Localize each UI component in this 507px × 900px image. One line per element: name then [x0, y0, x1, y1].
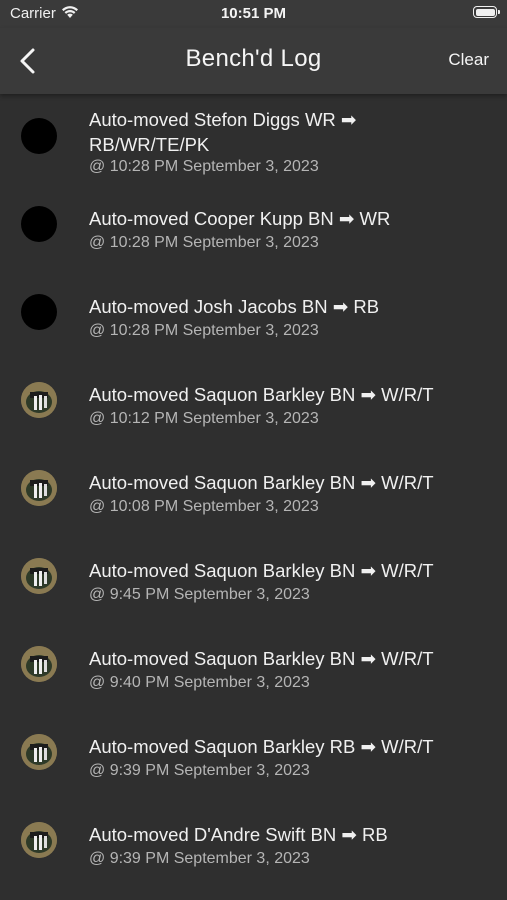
log-timestamp: @ 10:28 PM September 3, 2023	[89, 158, 319, 175]
avatar	[21, 822, 57, 858]
avatar	[21, 382, 57, 418]
avatar	[21, 470, 57, 506]
log-message: Auto-moved Cooper Kupp BN ➡ WR	[89, 208, 391, 229]
log-message: Auto-moved Stefon Diggs WR ➡ RB/WR/TE/PK	[89, 109, 357, 155]
player-photo-icon	[21, 470, 57, 506]
log-list[interactable]: Auto-moved Stefon Diggs WR ➡ RB/WR/TE/PK…	[0, 94, 507, 900]
log-message: Auto-moved Saquon Barkley RB ➡ W/R/T	[89, 736, 434, 757]
log-entry[interactable]: Auto-moved Saquon Barkley BN ➡ W/R/T @ 9…	[0, 546, 507, 634]
player-photo-icon	[21, 382, 57, 418]
battery-icon	[473, 6, 500, 18]
player-photo-icon	[21, 734, 57, 770]
log-entry[interactable]: Auto-moved Saquon Barkley RB ➡ W/R/T @ 9…	[0, 722, 507, 810]
log-message: Auto-moved Saquon Barkley BN ➡ W/R/T	[89, 648, 434, 669]
log-message: Auto-moved Josh Jacobs BN ➡ RB	[89, 296, 380, 317]
log-timestamp: @ 10:12 PM September 3, 2023	[89, 410, 319, 427]
log-entry[interactable]: Auto-moved Cooper Kupp BN ➡ WR @ 10:28 P…	[0, 194, 507, 282]
log-message: Auto-moved Saquon Barkley BN ➡ W/R/T	[89, 560, 434, 581]
status-bar: Carrier 10:51 PM	[0, 0, 507, 28]
log-message: Auto-moved D'Andre Swift BN ➡ RB	[89, 824, 388, 845]
log-entry[interactable]: Auto-moved Josh Jacobs BN ➡ RB @ 10:28 P…	[0, 282, 507, 370]
log-timestamp: @ 10:28 PM September 3, 2023	[89, 322, 319, 339]
log-entry[interactable]: Auto-moved Saquon Barkley BN ➡ W/R/T @ 1…	[0, 370, 507, 458]
log-timestamp: @ 10:28 PM September 3, 2023	[89, 234, 319, 251]
log-entry[interactable]: Auto-moved Saquon Barkley BN ➡ W/R/T @ 1…	[0, 458, 507, 546]
log-entry[interactable]: Auto-moved D'Andre Swift BN ➡ RB @ 9:39 …	[0, 810, 507, 898]
avatar	[21, 734, 57, 770]
player-photo-icon	[21, 558, 57, 594]
clear-button[interactable]: Clear	[448, 50, 489, 70]
status-time: 10:51 PM	[220, 5, 287, 22]
navigation-bar: Bench'd Log Clear	[0, 28, 507, 94]
log-timestamp: @ 9:39 PM September 3, 2023	[89, 850, 310, 867]
page-title: Bench'd Log	[185, 45, 322, 72]
avatar	[21, 118, 57, 154]
log-message: Auto-moved Saquon Barkley BN ➡ W/R/T	[89, 384, 434, 405]
log-timestamp: @ 9:39 PM September 3, 2023	[89, 762, 310, 779]
player-photo-icon	[21, 646, 57, 682]
log-message: Auto-moved Saquon Barkley BN ➡ W/R/T	[89, 472, 434, 493]
avatar	[21, 646, 57, 682]
avatar	[21, 558, 57, 594]
avatar	[21, 206, 57, 242]
log-entry[interactable]: Auto-moved Saquon Barkley BN ➡ W/R/T @ 9…	[0, 634, 507, 722]
log-timestamp: @ 10:08 PM September 3, 2023	[89, 498, 319, 515]
player-photo-icon	[21, 822, 57, 858]
avatar	[21, 294, 57, 330]
log-timestamp: @ 9:40 PM September 3, 2023	[89, 674, 310, 691]
log-entry[interactable]: Auto-moved Stefon Diggs WR ➡ RB/WR/TE/PK…	[0, 94, 507, 182]
log-timestamp: @ 9:45 PM September 3, 2023	[89, 586, 310, 603]
